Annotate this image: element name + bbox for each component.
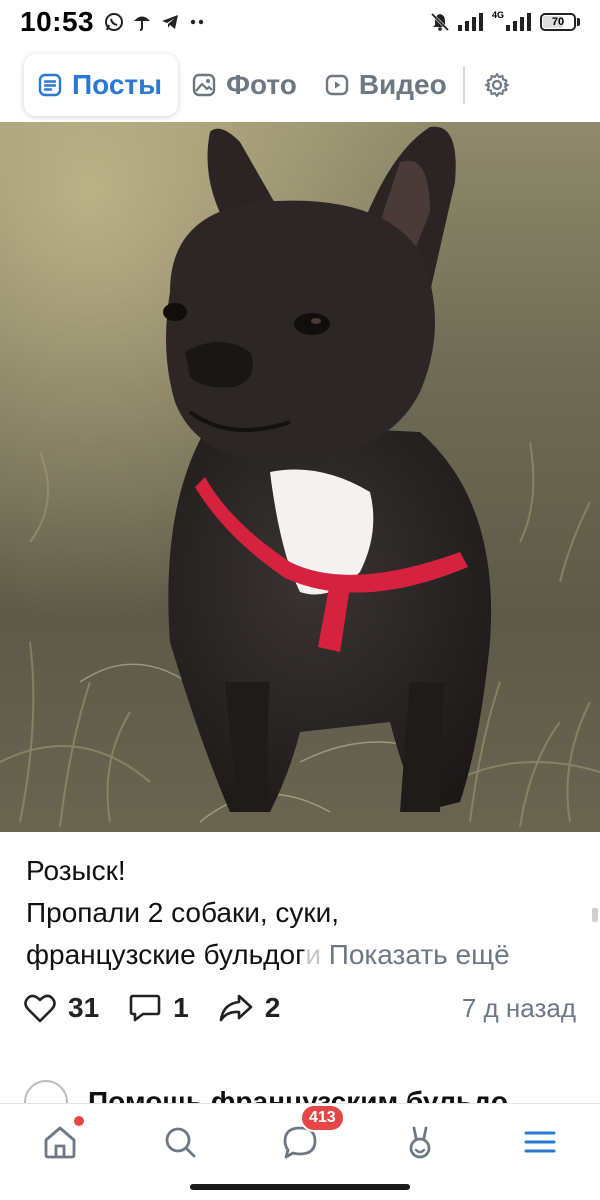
post-text-line-3: французские бульдоги Показать ещё: [26, 934, 586, 976]
comment-icon: [129, 994, 161, 1022]
tab-video-label: Видео: [358, 69, 447, 100]
menu-icon: [524, 1131, 556, 1153]
tab-photo[interactable]: Фото: [178, 54, 311, 116]
battery-icon: 70: [540, 13, 580, 31]
comment-button[interactable]: 1: [129, 992, 189, 1024]
signal-icon-2: [506, 13, 531, 31]
show-more-link[interactable]: Показать ещё: [329, 939, 510, 970]
status-time: 10:53: [20, 6, 95, 37]
telegram-icon: [162, 15, 179, 29]
scroll-indicator: [592, 908, 598, 922]
notification-icons: [104, 12, 208, 32]
comments-count: 1: [173, 992, 189, 1023]
posts-icon: [38, 73, 62, 97]
post-text-line-2: Пропали 2 собаки, суки,: [26, 897, 340, 928]
nav-home[interactable]: [36, 1116, 84, 1166]
nav-messages[interactable]: 413: [276, 1104, 345, 1166]
share-icon: [219, 994, 253, 1022]
status-right: 4G 70: [430, 10, 580, 32]
more-dots-icon: [190, 19, 204, 25]
post-date: 7 д назад: [461, 992, 576, 1023]
post-actions: 31 1 2 7 д назад: [24, 985, 576, 1031]
home-icon: [44, 1126, 76, 1159]
tab-video[interactable]: Видео: [311, 54, 461, 116]
like-button[interactable]: 31: [24, 992, 99, 1024]
share-button[interactable]: 2: [219, 992, 281, 1024]
next-post-header[interactable]: Помощь французским бульдо: [24, 1074, 576, 1104]
avatar[interactable]: [24, 1080, 68, 1104]
mute-icon: [430, 12, 450, 32]
nav-menu[interactable]: [516, 1118, 564, 1166]
clips-icon: [409, 1126, 431, 1159]
status-bar: 10:53 4G 70: [0, 0, 600, 44]
tab-divider: [462, 66, 465, 104]
whatsapp-icon: [105, 13, 124, 31]
heart-icon: [24, 994, 56, 1023]
shares-count: 2: [264, 992, 281, 1023]
post-text: Розыск! Пропали 2 собаки, суки, французс…: [26, 850, 586, 976]
likes-count: 31: [68, 992, 100, 1023]
gear-icon: [484, 73, 509, 97]
dog-photo: [0, 122, 600, 832]
content-tabs: Посты Фото Видео: [0, 52, 600, 118]
umbrella-icon: [134, 16, 151, 31]
messages-badge: 413: [300, 1104, 345, 1132]
search-icon: [165, 1127, 196, 1158]
tab-posts-label: Посты: [72, 69, 163, 100]
post-text-line-1: Розыск!: [26, 855, 126, 886]
battery-level: 70: [551, 16, 565, 28]
signal-icon: [457, 13, 483, 31]
settings-button[interactable]: [473, 61, 521, 109]
post-text-line-3-faded: и: [305, 939, 321, 970]
network-type: 4G: [491, 10, 504, 20]
nav-clips[interactable]: [396, 1118, 444, 1166]
tab-posts[interactable]: Посты: [24, 54, 179, 116]
tab-photo-label: Фото: [226, 69, 297, 100]
home-indicator: [190, 1184, 410, 1190]
photo-icon: [192, 73, 216, 97]
post-photo[interactable]: [0, 122, 600, 832]
home-notification-dot: [74, 1116, 84, 1126]
video-icon: [325, 74, 349, 96]
nav-search[interactable]: [156, 1118, 204, 1166]
next-post-title: Помощь французским бульдо: [88, 1086, 508, 1104]
post-text-line-3-visible: французские бульдог: [26, 939, 306, 970]
